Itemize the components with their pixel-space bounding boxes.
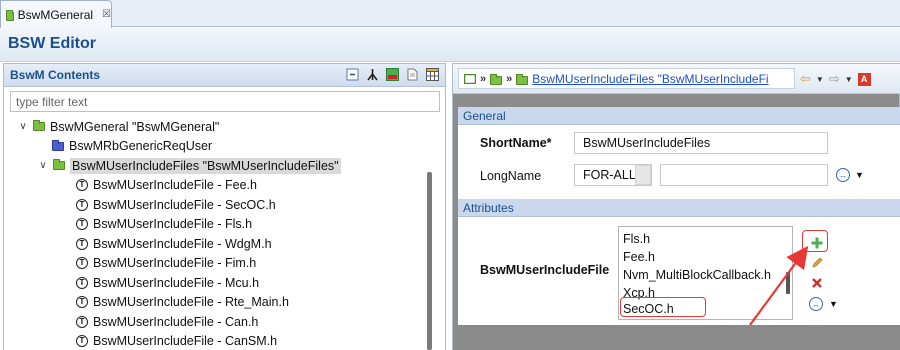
editor-title: BSW Editor xyxy=(8,35,96,52)
filter-input[interactable] xyxy=(10,91,440,112)
chevron-down-icon[interactable]: ▼ xyxy=(845,75,853,84)
tree-item-label: BswMUserIncludeFile - Rte_Main.h xyxy=(93,295,289,309)
tree-toolbar xyxy=(346,68,439,81)
editor-tab-bar: BswMGeneral ☒ xyxy=(0,0,900,28)
tree-item[interactable]: ∨ BswMUserIncludeFiles "BswMUserIncludeFi… xyxy=(38,156,341,175)
breadcrumb-separator: » xyxy=(480,72,487,85)
document-icon[interactable] xyxy=(406,68,419,81)
container-icon xyxy=(464,73,476,84)
longname-label: LongName xyxy=(480,169,542,183)
navigation-controls: ⇦ ▼ ⇨ ▼ A xyxy=(800,71,871,87)
expand-toggle-icon[interactable]: ∨ xyxy=(18,121,28,132)
tree-item-label: BswMUserIncludeFile - CanSM.h xyxy=(93,334,278,348)
expand-toggle-icon[interactable]: ∨ xyxy=(38,160,48,171)
tree-item-label: BswMUserIncludeFile - Fim.h xyxy=(93,256,257,270)
breadcrumb-link[interactable]: BswMUserIncludeFiles "BswMUserIncludeFi xyxy=(532,72,768,86)
tree-item[interactable]: T BswMUserIncludeFile - Fls.h xyxy=(76,215,252,234)
add-button-highlight xyxy=(802,230,828,252)
parameter-icon: T xyxy=(76,237,88,250)
chevron-down-icon[interactable]: ▼ xyxy=(816,75,824,84)
list-item[interactable]: Nvm_MultiBlockCallback.h xyxy=(623,268,771,282)
shortname-label: ShortName* xyxy=(480,136,552,150)
parameter-icon: T xyxy=(76,296,88,308)
forward-arrow-icon[interactable]: ⇨ xyxy=(829,71,840,87)
tree-item-label: BswMGeneral "BswMGeneral" xyxy=(50,119,220,134)
table-view-icon[interactable] xyxy=(426,68,439,81)
folder-icon xyxy=(490,73,503,85)
longname-value-field[interactable] xyxy=(660,164,828,186)
tree-item-label: BswMUserIncludeFile - Mcu.h xyxy=(93,275,260,290)
edit-item-button[interactable] xyxy=(808,254,826,272)
delete-icon xyxy=(812,278,822,288)
parameter-icon: T xyxy=(76,315,88,328)
language-icon[interactable]: ↔ xyxy=(809,297,823,311)
tree-item-label: BswMRbGenericReqUser xyxy=(69,139,213,153)
parameter-icon: T xyxy=(76,335,88,347)
chevron-down-icon[interactable]: ▼ xyxy=(855,170,864,180)
empty-area xyxy=(458,325,900,350)
parameter-icon: T xyxy=(76,257,88,269)
tree-item-label: BswMUserIncludeFile - Fee.h xyxy=(93,178,257,192)
parameter-icon: T xyxy=(76,198,88,211)
parameter-icon: T xyxy=(76,179,88,191)
list-item[interactable]: Fee.h xyxy=(623,250,655,264)
tree-item[interactable]: BswMRbGenericReqUser xyxy=(52,137,212,156)
collapse-all-icon[interactable] xyxy=(346,68,359,81)
language-icon[interactable]: ↔ xyxy=(836,168,850,182)
bswm-tree: ∨ BswMGeneral "BswMGeneral" BswMRbGenericR… xyxy=(10,117,420,350)
tree-item-label: BswMUserIncludeFile - SecOC.h xyxy=(93,197,276,212)
list-scrollbar[interactable] xyxy=(786,272,790,294)
tree-item[interactable]: T BswMUserIncludeFile - Can.h xyxy=(76,312,258,331)
parameter-icon: T xyxy=(76,218,88,230)
bswm-contents-panel: BswM Contents ∨BswMGene xyxy=(3,63,446,350)
pencil-icon xyxy=(812,257,823,268)
secoc-highlight xyxy=(620,297,706,317)
editor-tab-label: BswMGeneral xyxy=(17,7,94,22)
folder-icon xyxy=(6,9,14,21)
properties-toolbar: » » BswMUserIncludeFiles "BswMUserInclud… xyxy=(453,64,900,94)
tree-item-label: BswMUserIncludeFile - Fls.h xyxy=(93,217,253,231)
tree-scrollbar[interactable] xyxy=(427,172,432,350)
blue-folder-icon xyxy=(52,139,64,151)
tree-item[interactable]: T BswMUserIncludeFile - SecOC.h xyxy=(76,195,276,214)
tree-item[interactable]: T BswMUserIncludeFile - Fim.h xyxy=(76,254,256,273)
tree-item[interactable]: ∨ BswMGeneral "BswMGeneral" xyxy=(18,117,219,136)
editor-header: BSW Editor xyxy=(0,28,900,62)
shortname-field[interactable]: BswMUserIncludeFiles xyxy=(574,132,828,154)
tree-item[interactable]: T BswMUserIncludeFile - Rte_Main.h xyxy=(76,293,289,312)
hierarchy-icon[interactable] xyxy=(366,68,379,81)
tree-item-label: BswMUserIncludeFiles "BswMUserIncludeFil… xyxy=(70,157,341,174)
breadcrumb-separator: » xyxy=(506,72,513,85)
attributes-section-header[interactable]: Attributes xyxy=(458,199,900,217)
panel-title: BswM Contents xyxy=(10,68,100,82)
tree-item[interactable]: T BswMUserIncludeFile - CanSM.h xyxy=(76,332,277,350)
breadcrumb: » » BswMUserIncludeFiles "BswMUserInclud… xyxy=(458,68,795,89)
properties-panel: » » BswMUserIncludeFiles "BswMUserInclud… xyxy=(452,63,900,350)
back-arrow-icon[interactable]: ⇦ xyxy=(800,71,811,87)
close-icon[interactable]: ☒ xyxy=(102,9,111,20)
tree-item[interactable]: T BswMUserIncludeFile - Mcu.h xyxy=(76,273,259,292)
list-item[interactable]: Fls.h xyxy=(623,232,650,246)
variant-icon[interactable] xyxy=(386,68,399,81)
bswm-user-include-file-label: BswMUserIncludeFile xyxy=(480,263,610,277)
folder-icon xyxy=(53,159,65,170)
parameter-icon: T xyxy=(76,276,88,289)
autosar-icon[interactable]: A xyxy=(857,72,871,86)
chevron-down-icon[interactable]: ▼ xyxy=(829,299,838,309)
tree-item[interactable]: T BswMUserIncludeFile - Fee.h xyxy=(76,176,257,195)
tree-item-label: BswMUserIncludeFile - Can.h xyxy=(93,314,259,329)
tree-item-label: BswMUserIncludeFile - WdgM.h xyxy=(93,236,272,251)
tree-item[interactable]: T BswMUserIncludeFile - WdgM.h xyxy=(76,234,272,253)
language-field-shade xyxy=(635,165,651,185)
folder-icon xyxy=(33,120,45,131)
delete-item-button[interactable] xyxy=(808,274,826,292)
editor-tab-bswmgeneral[interactable]: BswMGeneral ☒ xyxy=(0,0,112,28)
general-section-header[interactable]: General xyxy=(458,107,900,125)
folder-icon xyxy=(516,73,529,85)
